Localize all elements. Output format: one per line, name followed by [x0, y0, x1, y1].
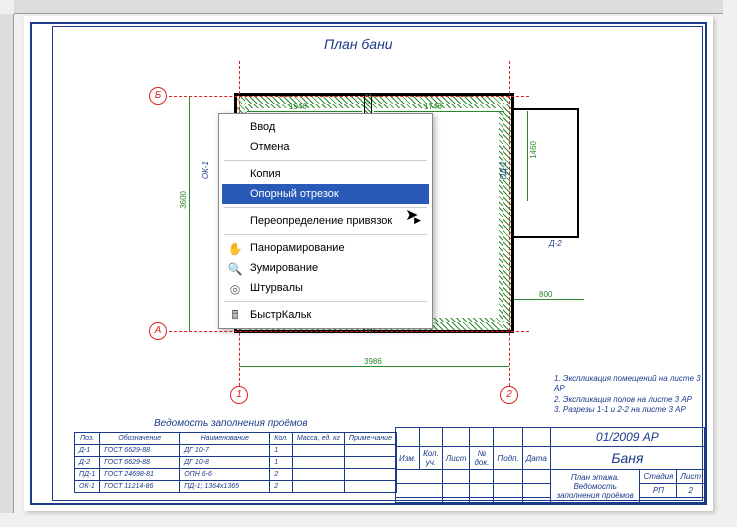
label-pd1: ПД-1	[499, 161, 508, 180]
axis-bubble-a: А	[149, 322, 167, 340]
dim-total-text: 3986	[364, 357, 382, 366]
dim-total	[239, 366, 509, 367]
drawing-canvas[interactable]: План бани Б А 1 2 1946 1746 3986 36	[0, 0, 737, 527]
table-header-row: Поз. Обозначение Наименование Кол. Масса…	[75, 433, 397, 445]
tb-stage: РП	[640, 484, 677, 498]
sheet-description: План этажа. Ведомость заполнения проёмов	[550, 470, 640, 503]
note-3: 3. Разрезы 1-1 и 2-2 на листе 3 АР	[554, 405, 713, 415]
th-desig: Обозначение	[100, 433, 180, 445]
table-row: ОК-1ГОСТ 11214-86ПД-1; 1364х13652	[75, 481, 397, 493]
menu-separator	[224, 207, 427, 208]
dim-room2-text: 1746	[424, 102, 442, 111]
menu-item-steering-wheels[interactable]: ◎Штурвалы	[222, 278, 429, 298]
tb-sheet: 2	[677, 484, 705, 498]
dim-height	[189, 96, 190, 331]
ruler-top	[14, 0, 723, 14]
cursor-icon: ➤	[405, 205, 418, 225]
project-name: Баня	[550, 447, 704, 470]
tb-h-kol: Кол. уч.	[420, 447, 443, 470]
note-1: 1. Экспликация помещений на листе 3 АР	[554, 374, 713, 395]
tb-h-doc: № док.	[470, 447, 494, 470]
note-2: 2. Экспликация полов на листе 3 АР	[554, 395, 713, 405]
axis-2-line	[509, 61, 510, 401]
axis-bubble-b: Б	[149, 87, 167, 105]
dim-room1-text: 1946	[289, 102, 307, 111]
th-mass: Масса, ед. кг	[293, 433, 345, 445]
calculator-icon: 🖩	[226, 307, 244, 325]
th-note: Приме-чание	[344, 433, 396, 445]
tb-stage-h: Стадия	[640, 470, 677, 484]
table-row: ПД-1ГОСТ 24698-81ОПН 6-62	[75, 469, 397, 481]
menu-item-quickcalc[interactable]: 🖩БыстрКальк	[222, 305, 429, 325]
th-name: Наименование	[180, 433, 270, 445]
menu-item-cancel[interactable]: Отмена	[222, 137, 429, 157]
ruler-left	[0, 14, 14, 513]
tb-h-list: Лист	[442, 447, 470, 470]
tb-h-date: Дата	[522, 447, 550, 470]
menu-item-enter[interactable]: Ввод	[222, 117, 429, 137]
axis-bubble-2: 2	[500, 386, 518, 404]
menu-item-osnap-override[interactable]: Переопределение привязок▶	[222, 211, 429, 231]
label-d2: Д-2	[549, 239, 562, 248]
menu-item-copy[interactable]: Копия	[222, 164, 429, 184]
pan-icon: ✋	[226, 240, 244, 258]
label-ok1: ОК-1	[201, 161, 210, 179]
menu-item-zoom[interactable]: 🔍Зумирование	[222, 258, 429, 278]
title-block: 01/2009 АР Баня Изм. Кол. уч. Лист № док…	[395, 427, 705, 503]
wheel-icon: ◎	[226, 280, 244, 298]
fill-table: Поз. Обозначение Наименование Кол. Масса…	[74, 432, 397, 493]
fill-table-title: Ведомость заполнения проёмов	[154, 418, 308, 429]
menu-separator	[224, 301, 427, 302]
context-menu: Ввод Отмена Копия Опорный отрезок Переоп…	[218, 113, 433, 329]
table-row: Д-2ГОСТ 6629-88ДГ 10-81	[75, 457, 397, 469]
th-pos: Поз.	[75, 433, 100, 445]
plan-title: План бани	[324, 36, 393, 52]
axis-bubble-1: 1	[230, 386, 248, 404]
exterior-porch	[514, 108, 579, 238]
axis-b-line	[169, 96, 529, 97]
table-row: Д-1ГОСТ 6629-88ДГ 10-71	[75, 445, 397, 457]
dim-room2	[374, 111, 504, 112]
dim-height-text: 3600	[179, 191, 188, 209]
project-number: 01/2009 АР	[550, 428, 704, 447]
menu-item-pan[interactable]: ✋Панорамирование	[222, 238, 429, 258]
tb-h-izm: Изм.	[396, 447, 420, 470]
menu-item-reference-segment[interactable]: Опорный отрезок	[222, 184, 429, 204]
dim-ext-text: 800	[539, 290, 552, 299]
tb-sheet-h: Лист	[677, 470, 705, 484]
plan-notes: 1. Экспликация помещений на листе 3 АР 2…	[554, 374, 713, 416]
dim-ext	[514, 299, 584, 300]
menu-separator	[224, 160, 427, 161]
menu-separator	[224, 234, 427, 235]
tb-h-sign: Подп.	[494, 447, 522, 470]
zoom-icon: 🔍	[226, 260, 244, 278]
dim-room1	[247, 111, 362, 112]
axis-a-line	[169, 331, 529, 332]
th-qty: Кол.	[270, 433, 293, 445]
